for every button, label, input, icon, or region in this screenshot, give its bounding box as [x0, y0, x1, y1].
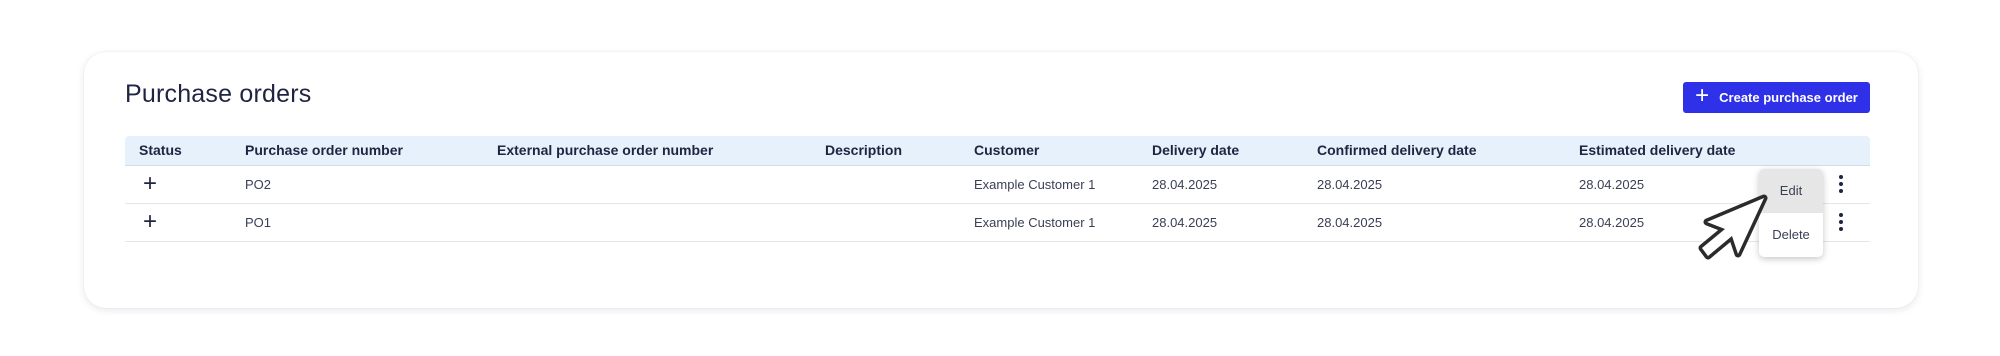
- more-options-icon[interactable]: [1835, 213, 1847, 231]
- confirmed-delivery-date-cell: 28.04.2025: [1317, 215, 1383, 230]
- estimated-delivery-date-cell: 28.04.2025: [1579, 177, 1645, 192]
- create-purchase-order-label: Create purchase order: [1719, 90, 1858, 105]
- confirmed-delivery-date-cell: 28.04.2025: [1317, 177, 1383, 192]
- purchase-order-number-cell[interactable]: PO2: [245, 166, 271, 203]
- column-header-confirmed-delivery-date[interactable]: Confirmed delivery date: [1317, 136, 1477, 165]
- mouse-pointer-icon: [1698, 194, 1768, 260]
- expand-row-plus-icon[interactable]: +: [140, 210, 160, 234]
- column-header-status[interactable]: Status: [139, 136, 182, 165]
- purchase-order-number-cell[interactable]: PO1: [245, 204, 271, 241]
- table-header: Status Purchase order number External pu…: [125, 136, 1870, 166]
- delivery-date-cell: 28.04.2025: [1152, 177, 1218, 192]
- table-row[interactable]: + PO2 Example Customer 1 28.04.2025 28.0…: [125, 166, 1870, 204]
- customer-cell: Example Customer 1: [974, 177, 1096, 192]
- column-header-external-purchase-order-number[interactable]: External purchase order number: [497, 136, 713, 165]
- create-purchase-order-button[interactable]: + Create purchase order: [1683, 82, 1870, 113]
- delivery-date-cell: 28.04.2025: [1152, 215, 1218, 230]
- column-header-description[interactable]: Description: [825, 136, 902, 165]
- customer-cell: Example Customer 1: [974, 215, 1096, 230]
- column-header-delivery-date[interactable]: Delivery date: [1152, 136, 1239, 165]
- column-header-purchase-order-number[interactable]: Purchase order number: [245, 136, 403, 165]
- estimated-delivery-date-cell: 28.04.2025: [1579, 215, 1645, 230]
- page-title: Purchase orders: [125, 80, 312, 108]
- plus-icon: +: [1695, 82, 1710, 109]
- more-options-icon[interactable]: [1835, 175, 1847, 193]
- column-header-customer[interactable]: Customer: [974, 136, 1039, 165]
- table-row[interactable]: + PO1 Example Customer 1 28.04.2025 28.0…: [125, 204, 1870, 242]
- expand-row-plus-icon[interactable]: +: [140, 172, 160, 196]
- column-header-estimated-delivery-date[interactable]: Estimated delivery date: [1579, 136, 1735, 165]
